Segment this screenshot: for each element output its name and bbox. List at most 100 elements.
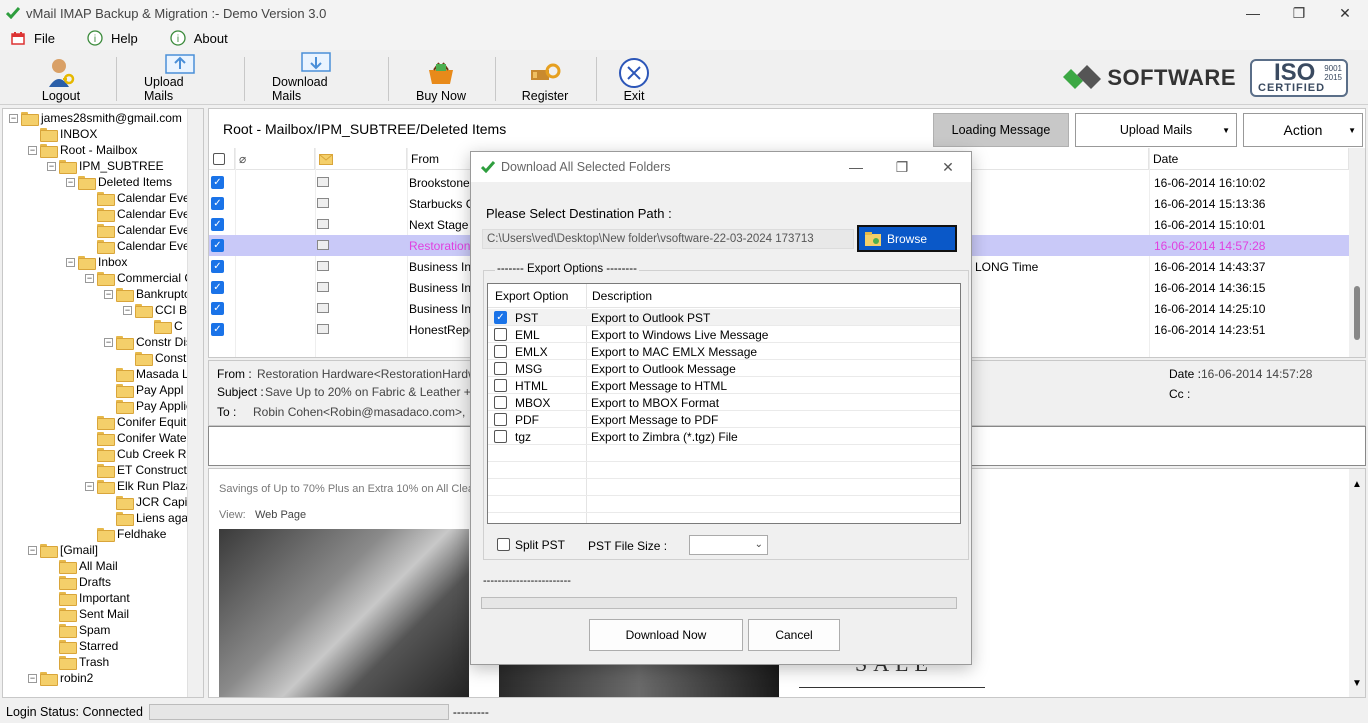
folder-tree[interactable]: − robin2 Trash Starred Spam Sent Mail Importan… — [2, 108, 204, 698]
tree-item[interactable]: − robin2 — [28, 670, 93, 686]
export-option-row[interactable]: HTML Export Message to HTML — [488, 377, 960, 394]
header-date[interactable]: Date — [1149, 148, 1349, 170]
chevron-down-icon[interactable]: ▼ — [1352, 678, 1362, 689]
buy-now-button[interactable]: Buy Now — [414, 53, 468, 103]
tree-item[interactable]: C — [142, 318, 183, 334]
tree-item[interactable]: Pay Applic — [104, 398, 192, 414]
tree-item[interactable]: − Constr Dis — [104, 334, 192, 350]
loading-message-button[interactable]: Loading Message — [933, 113, 1069, 147]
tree-expander[interactable]: − — [28, 145, 37, 155]
export-option-checkbox[interactable]: ✓ — [494, 311, 507, 324]
tree-item[interactable]: Liens aga — [104, 510, 188, 526]
tree-expander[interactable]: − — [47, 161, 56, 171]
header-attachment[interactable]: ⌀ — [235, 148, 315, 170]
tree-item[interactable]: Calendar Ever — [85, 190, 194, 206]
logout-button[interactable]: Logout — [38, 53, 84, 103]
menu-file[interactable]: File — [10, 30, 55, 46]
tree-item[interactable]: − james28smith@gmail.com — [9, 110, 182, 126]
tree-scrollbar[interactable] — [187, 109, 203, 697]
export-option-checkbox[interactable] — [494, 345, 507, 358]
grid-scrollbar[interactable] — [1349, 148, 1365, 357]
tree-item[interactable]: − Elk Run Plaza — [85, 478, 192, 494]
row-checkbox[interactable]: ✓ — [211, 281, 224, 294]
close-button[interactable]: ✕ — [1322, 0, 1368, 26]
tree-item[interactable]: Important — [47, 590, 130, 606]
preview-scrollbar[interactable]: ▲ ▼ — [1349, 469, 1365, 697]
row-checkbox[interactable]: ✓ — [211, 260, 224, 273]
tree-item[interactable]: Conifer Equitie — [85, 414, 196, 430]
tree-item[interactable]: − IPM_SUBTREE — [47, 158, 164, 174]
tree-item[interactable]: Sent Mail — [47, 606, 129, 622]
tree-expander[interactable]: − — [85, 481, 94, 491]
tree-item[interactable]: − Deleted Items — [66, 174, 172, 190]
tree-item[interactable]: All Mail — [47, 558, 118, 574]
upload-mails-button[interactable]: Upload Mails — [144, 53, 216, 103]
action-dropdown[interactable]: Action ▼ — [1243, 113, 1363, 147]
tree-expander[interactable]: − — [66, 257, 75, 267]
tree-item[interactable]: Calendar Ever — [85, 222, 194, 238]
export-option-checkbox[interactable] — [494, 362, 507, 375]
tree-item[interactable]: − Root - Mailbox — [28, 142, 137, 158]
minimize-button[interactable]: — — [1230, 0, 1276, 26]
export-option-row[interactable]: ✓ PST Export to Outlook PST — [488, 309, 960, 326]
pst-size-dropdown[interactable]: ⌄ — [689, 535, 768, 555]
export-option-checkbox[interactable] — [494, 328, 507, 341]
tree-item[interactable]: Pay Appl — [104, 382, 183, 398]
tree-expander[interactable]: − — [66, 177, 75, 187]
row-checkbox[interactable]: ✓ — [211, 197, 224, 210]
tree-item[interactable]: INBOX — [28, 126, 97, 142]
download-mails-button[interactable]: Download Mails — [272, 52, 360, 103]
export-option-row[interactable]: PDF Export Message to PDF — [488, 411, 960, 428]
web-page-link[interactable]: Web Page — [255, 509, 306, 521]
split-pst-checkbox[interactable] — [497, 538, 510, 551]
tree-item[interactable]: ET Constructio — [85, 462, 196, 478]
tree-item[interactable]: − CCI B — [123, 302, 187, 318]
export-option-checkbox[interactable] — [494, 379, 507, 392]
tree-item[interactable]: Cub Creek Ra — [85, 446, 193, 462]
dialog-minimize-button[interactable]: — — [833, 152, 879, 182]
row-checkbox[interactable]: ✓ — [211, 323, 224, 336]
tree-item[interactable]: Feldhake — [85, 526, 166, 542]
tree-expander[interactable]: − — [28, 673, 37, 683]
tree-item[interactable]: Calendar Ever — [85, 238, 194, 254]
tree-item[interactable]: JCR Capit — [104, 494, 191, 510]
export-option-checkbox[interactable] — [494, 430, 507, 443]
tree-expander[interactable]: − — [28, 545, 37, 555]
destination-path-input[interactable]: C:\Users\ved\Desktop\New folder\vsoftwar… — [482, 229, 854, 249]
menu-about[interactable]: i About — [170, 30, 228, 46]
tree-item[interactable]: Starred — [47, 638, 118, 654]
tree-item[interactable]: Drafts — [47, 574, 111, 590]
exit-button[interactable]: Exit — [616, 53, 652, 103]
tree-expander[interactable]: − — [123, 305, 132, 315]
export-option-row[interactable]: MSG Export to Outlook Message — [488, 360, 960, 377]
download-now-button[interactable]: Download Now — [589, 619, 743, 651]
maximize-button[interactable]: ❐ — [1276, 0, 1322, 26]
tree-item[interactable]: Const — [123, 350, 186, 366]
browse-button[interactable]: Browse — [857, 225, 957, 252]
header-read-status[interactable] — [315, 148, 407, 170]
tree-item[interactable]: − [Gmail] — [28, 542, 98, 558]
grid-scroll-thumb[interactable] — [1354, 286, 1360, 340]
export-option-row[interactable]: EML Export to Windows Live Message — [488, 326, 960, 343]
row-checkbox[interactable]: ✓ — [211, 218, 224, 231]
tree-item[interactable]: − Commercial C — [85, 270, 193, 286]
tree-item[interactable]: Calendar Ever — [85, 206, 194, 222]
tree-expander[interactable]: − — [104, 337, 113, 347]
tree-item[interactable]: Conifer Water — [85, 430, 191, 446]
tree-expander[interactable]: − — [85, 273, 94, 283]
export-option-checkbox[interactable] — [494, 413, 507, 426]
upload-mails-dropdown[interactable]: Upload Mails ▼ — [1075, 113, 1237, 147]
header-select-all[interactable] — [209, 148, 235, 170]
select-all-checkbox[interactable] — [213, 153, 225, 165]
tree-item[interactable]: − Bankrupto — [104, 286, 191, 302]
dialog-close-button[interactable]: ✕ — [925, 152, 971, 182]
chevron-up-icon[interactable]: ▲ — [1352, 479, 1362, 490]
menu-help[interactable]: i Help — [87, 30, 138, 46]
tree-expander[interactable]: − — [104, 289, 113, 299]
tree-expander[interactable]: − — [9, 113, 18, 123]
tree-item[interactable]: Spam — [47, 622, 110, 638]
tree-item[interactable]: Masada L — [104, 366, 189, 382]
row-checkbox[interactable]: ✓ — [211, 239, 224, 252]
export-option-row[interactable]: tgz Export to Zimbra (*.tgz) File — [488, 428, 960, 445]
tree-item[interactable]: − Inbox — [66, 254, 127, 270]
